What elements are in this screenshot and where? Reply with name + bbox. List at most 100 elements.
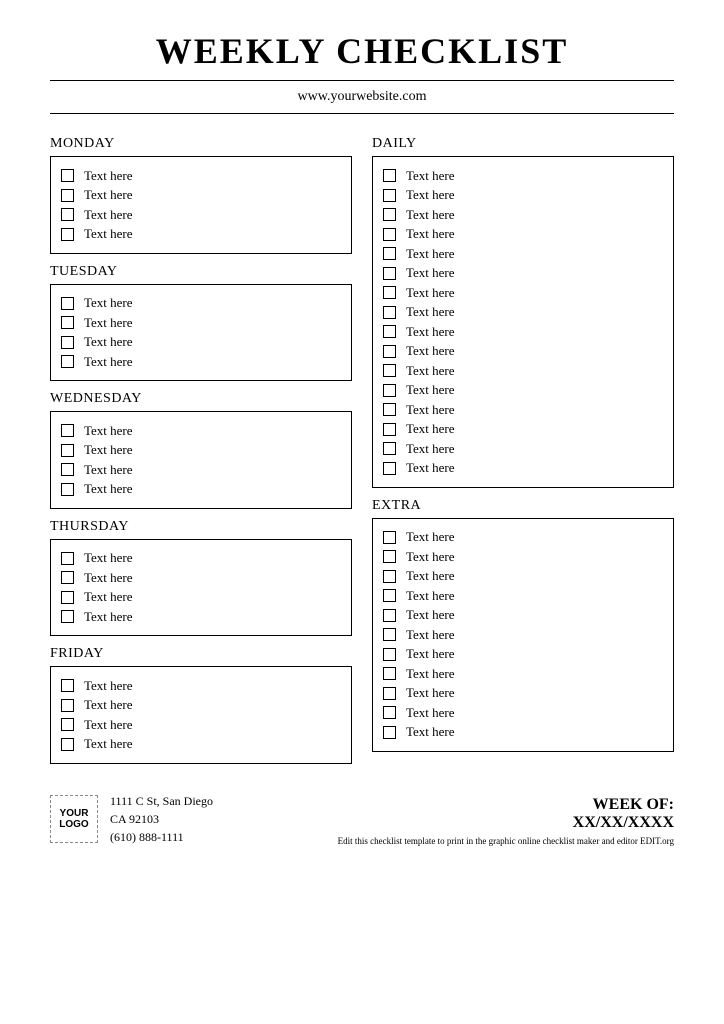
checkbox[interactable]: [383, 306, 396, 319]
checkbox[interactable]: [383, 364, 396, 377]
checkbox[interactable]: [383, 423, 396, 436]
checkbox[interactable]: [61, 316, 74, 329]
list-item: Text here: [61, 423, 341, 439]
checkbox[interactable]: [383, 667, 396, 680]
checkbox[interactable]: [61, 552, 74, 565]
section-box: Text hereText hereText hereText here: [50, 156, 352, 254]
list-item: Text here: [383, 666, 663, 682]
checkbox[interactable]: [383, 403, 396, 416]
section-daily: DAILYText hereText hereText hereText her…: [372, 136, 674, 488]
list-item: Text here: [61, 168, 341, 184]
checkbox[interactable]: [61, 679, 74, 692]
list-item: Text here: [383, 705, 663, 721]
section-tuesday: TUESDAYText hereText hereText hereText h…: [50, 264, 352, 382]
checkbox[interactable]: [61, 610, 74, 623]
item-text: Text here: [84, 550, 133, 566]
checkbox[interactable]: [383, 706, 396, 719]
checkbox[interactable]: [383, 628, 396, 641]
checkbox[interactable]: [61, 169, 74, 182]
footer-right: WEEK OF: XX/XX/XXXX Edit this checklist …: [338, 796, 674, 846]
checkbox[interactable]: [61, 228, 74, 241]
checkbox[interactable]: [61, 463, 74, 476]
checkbox[interactable]: [61, 297, 74, 310]
checkbox[interactable]: [383, 384, 396, 397]
footer-left: YOUR LOGO 1111 C St, San Diego CA 92103 …: [50, 792, 213, 846]
list-item: Text here: [383, 646, 663, 662]
list-item: Text here: [61, 481, 341, 497]
list-item: Text here: [383, 402, 663, 418]
section-box: Text here Text here Text here Text here Text…: [372, 518, 674, 752]
item-text: Text here: [406, 460, 455, 476]
checkbox[interactable]: [383, 589, 396, 602]
checkbox[interactable]: [61, 571, 74, 584]
item-text: Text here: [84, 589, 133, 605]
item-text: Text here: [84, 678, 133, 694]
list-item: Text here: [383, 421, 663, 437]
list-item: Text here: [61, 226, 341, 242]
checkbox[interactable]: [61, 189, 74, 202]
list-item: Text here: [61, 736, 341, 752]
divider-bottom: [50, 113, 674, 114]
section-title: FRIDAY: [50, 646, 352, 662]
checkbox[interactable]: [383, 531, 396, 544]
list-item: Text here: [383, 324, 663, 340]
checkbox[interactable]: [61, 738, 74, 751]
checkbox[interactable]: [383, 325, 396, 338]
list-item: Text here: [61, 678, 341, 694]
item-text: Text here: [406, 441, 455, 457]
checkbox[interactable]: [61, 208, 74, 221]
list-item: Text here: [383, 265, 663, 281]
item-text: Text here: [84, 481, 133, 497]
checkbox[interactable]: [383, 442, 396, 455]
checkbox[interactable]: [61, 591, 74, 604]
list-item: Text here: [383, 627, 663, 643]
page-title: WEEKLY CHECKLIST: [50, 30, 674, 72]
checkbox[interactable]: [383, 208, 396, 221]
list-item: Text here: [61, 334, 341, 350]
item-text: Text here: [406, 607, 455, 623]
section-title: EXTRA: [372, 498, 674, 514]
checkbox[interactable]: [61, 718, 74, 731]
checkbox[interactable]: [383, 247, 396, 260]
checkbox[interactable]: [383, 267, 396, 280]
section-extra: EXTRAText hereText hereText hereText her…: [372, 498, 674, 752]
checkbox[interactable]: [383, 189, 396, 202]
checkbox[interactable]: [383, 570, 396, 583]
checkbox[interactable]: [383, 286, 396, 299]
checkbox[interactable]: [383, 345, 396, 358]
checkbox[interactable]: [61, 699, 74, 712]
checkbox[interactable]: [383, 550, 396, 563]
list-item: Text here: [383, 285, 663, 301]
item-text: Text here: [84, 334, 133, 350]
checkbox[interactable]: [383, 609, 396, 622]
item-text: Text here: [406, 724, 455, 740]
list-item: Text here: [61, 697, 341, 713]
item-text: Text here: [84, 442, 133, 458]
checkbox[interactable]: [61, 483, 74, 496]
checkbox[interactable]: [61, 355, 74, 368]
checkbox[interactable]: [61, 336, 74, 349]
list-item: Text here: [383, 529, 663, 545]
item-text: Text here: [406, 588, 455, 604]
checkbox[interactable]: [383, 169, 396, 182]
checkbox[interactable]: [383, 726, 396, 739]
checkbox[interactable]: [61, 444, 74, 457]
list-item: Text here: [383, 343, 663, 359]
item-text: Text here: [406, 685, 455, 701]
checkbox[interactable]: [383, 648, 396, 661]
item-text: Text here: [406, 246, 455, 262]
checkbox[interactable]: [383, 462, 396, 475]
checkbox[interactable]: [61, 424, 74, 437]
list-item: Text here: [383, 382, 663, 398]
checkbox[interactable]: [383, 228, 396, 241]
section-wednesday: WEDNESDAYText hereText hereText hereText…: [50, 391, 352, 509]
item-text: Text here: [406, 324, 455, 340]
contact-info: 1111 C St, San Diego CA 92103 (610) 888-…: [110, 792, 213, 846]
item-text: Text here: [406, 666, 455, 682]
item-text: Text here: [406, 646, 455, 662]
right-column: DAILYText hereText hereText hereText her…: [372, 136, 674, 774]
item-text: Text here: [84, 226, 133, 242]
item-text: Text here: [84, 736, 133, 752]
checkbox[interactable]: [383, 687, 396, 700]
list-item: Text here: [61, 207, 341, 223]
